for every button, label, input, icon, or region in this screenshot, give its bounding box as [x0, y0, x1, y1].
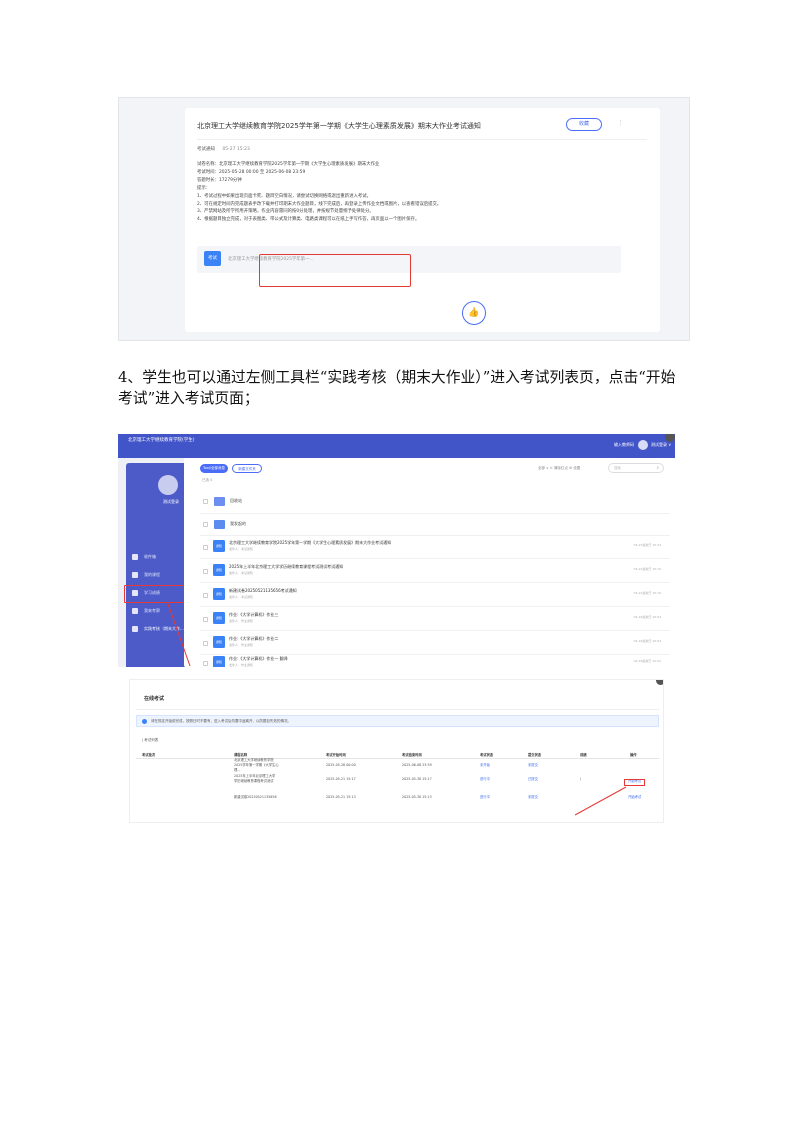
collect-button[interactable]: 收藏	[566, 118, 602, 131]
notice-body: 试卷名称：北京理工大学继续教育学院2025学年第一学期《大学生心理素质发展》期末…	[197, 161, 637, 224]
instruction-paragraph: 4、学生也可以通过左侧工具栏“实践考核（期末大作业）”进入考试列表页，点击“开始…	[118, 369, 676, 407]
thumbs-up-icon[interactable]: 👍	[462, 301, 486, 325]
notice-line: 3、严禁网站及所学所用开策略，作业内容雷同的按0分处理，并按规节处量纲予处律处分…	[197, 209, 374, 215]
notice-line: 提示：	[197, 185, 211, 191]
exam-list-screenshot: 在线考试 请在规定开始前完成，按照日时不要有，进入考试后勿要中途离开，以防题目失…	[129, 679, 664, 823]
notice-line: 2、可在规定时间内完成题表手改下载并打印期末大作业题目，线下完成后，再登录上传作…	[197, 201, 442, 207]
notice-title: 北京理工大学继续教育学院2025学年第一学期《大学生心理素质发展》期末大作业考试…	[197, 122, 481, 130]
notice-line: 答题时长：17279分钟	[197, 177, 242, 183]
arrow-annotation	[167, 603, 191, 667]
notice-meta: 考试通知 05-27 15:23	[197, 146, 250, 152]
notice-screenshot: 北京理工大学继续教育学院2025学年第一学期《大学生心理素质发展》期末大作业考试…	[118, 97, 690, 341]
notice-line: 4、根据题目独立完成，对于表图类、带公式及计算类、电路类课程可以在纸上手写作答，…	[197, 217, 420, 223]
notice-card: 北京理工大学继续教育学院2025学年第一学期《大学生心理素质发展》期末大作业考试…	[185, 108, 660, 332]
notice-line: 试卷名称：北京理工大学继续教育学院2025学年第一学期《大学生心理素质发展》期末…	[197, 162, 380, 167]
message-list-screenshot: 北京理工大学继续教育学院(学生) 输入教师码 测试登录 ∨ 测试登录 收件箱 我…	[118, 434, 675, 667]
divider	[197, 139, 647, 140]
notice-date: 05-27 15:23	[222, 147, 250, 152]
more-icon[interactable]: ⋮	[617, 119, 624, 127]
attachment-highlight-box	[259, 254, 411, 287]
arrow-annotation	[574, 786, 627, 816]
exam-badge: 考试	[204, 251, 221, 266]
notice-type: 考试通知	[197, 147, 215, 152]
notice-line: 1、考试过程中如果出现页面卡死、题目空白情况，请尝试切换网络或退出重新进入考试。	[197, 193, 372, 199]
notice-line: 考试时间：2025-05-28 00:00 至 2025-06-08 23:59	[197, 169, 306, 175]
